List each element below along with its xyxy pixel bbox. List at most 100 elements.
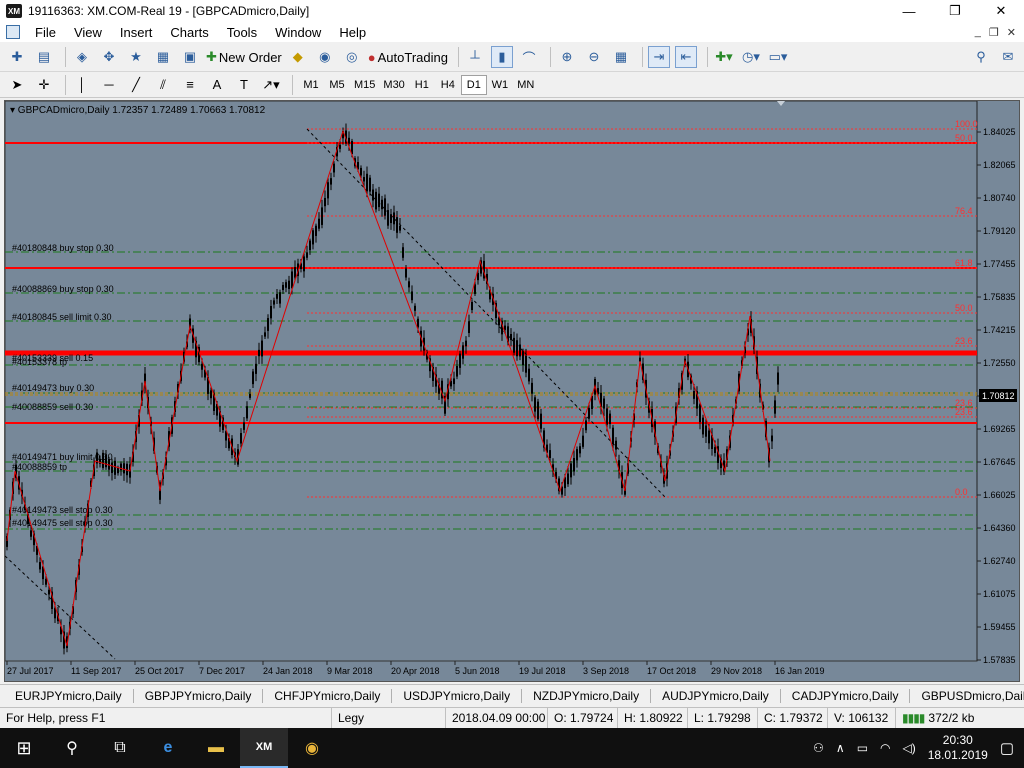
templates-icon[interactable]: ▭▾ bbox=[767, 46, 789, 68]
mdi-close-button[interactable]: ✕ bbox=[1007, 26, 1016, 39]
menu-charts[interactable]: Charts bbox=[161, 25, 217, 40]
date-axis-label: 29 Nov 2018 bbox=[711, 666, 762, 676]
signals-icon[interactable]: ◉ bbox=[314, 46, 336, 68]
market-icon[interactable]: ◎ bbox=[341, 46, 363, 68]
zoom-in-icon[interactable]: ⊕ bbox=[556, 46, 578, 68]
volume-icon[interactable]: ◁) bbox=[903, 741, 916, 755]
chart-window[interactable]: ▾ GBPCADmicro,Daily 1.72357 1.72489 1.70… bbox=[4, 100, 1020, 682]
arrows-icon[interactable]: ↗▾ bbox=[260, 74, 282, 96]
timeframe-h1[interactable]: H1 bbox=[409, 75, 435, 95]
menu-tools[interactable]: Tools bbox=[218, 25, 266, 40]
menu-insert[interactable]: Insert bbox=[111, 25, 162, 40]
new-order-button[interactable]: ✚ New Order bbox=[206, 46, 282, 68]
status-profile[interactable]: Legy bbox=[332, 707, 446, 729]
menu-help[interactable]: Help bbox=[330, 25, 375, 40]
tab-chfjpy[interactable]: CHFJPYmicro,Daily bbox=[263, 688, 393, 703]
candle-body bbox=[249, 393, 251, 398]
tab-cadjpy[interactable]: CADJPYmicro,Daily bbox=[781, 688, 911, 703]
auto-scroll-icon[interactable]: ⇥ bbox=[647, 46, 670, 68]
tab-gbpusd[interactable]: GBPUSDmicro,Daily bbox=[910, 689, 1024, 703]
text-icon[interactable]: A bbox=[206, 74, 228, 96]
search-icon[interactable]: ⚲ bbox=[48, 728, 96, 768]
chat-icon[interactable]: ✉ bbox=[997, 46, 1019, 68]
candle-body bbox=[327, 182, 329, 199]
people-icon[interactable]: ⚇ bbox=[813, 741, 824, 755]
tab-usdjpy[interactable]: USDJPYmicro,Daily bbox=[392, 688, 523, 703]
autotrading-button[interactable]: ● AutoTrading bbox=[368, 46, 448, 68]
market-watch-icon[interactable]: ◈ bbox=[71, 46, 93, 68]
vertical-line-icon[interactable]: │ bbox=[71, 74, 93, 96]
crosshair-icon[interactable]: ✛ bbox=[33, 74, 55, 96]
candle-body bbox=[201, 363, 203, 370]
timeframe-m15[interactable]: M15 bbox=[350, 75, 379, 95]
tile-windows-icon[interactable]: ▦ bbox=[610, 46, 632, 68]
candle-body bbox=[504, 325, 506, 330]
chevron-up-icon[interactable]: ∧ bbox=[836, 741, 845, 755]
menu-window[interactable]: Window bbox=[266, 25, 330, 40]
chart-shift-icon[interactable]: ⇤ bbox=[674, 46, 697, 68]
metatrader-taskbar-icon[interactable]: XM bbox=[240, 728, 288, 768]
bar-chart-icon[interactable]: ┴ bbox=[464, 46, 486, 68]
timeframe-mn[interactable]: MN bbox=[513, 75, 539, 95]
cursor-icon[interactable]: ➤ bbox=[6, 74, 28, 96]
tab-nzdjpy[interactable]: NZDJPYmicro,Daily bbox=[522, 688, 652, 703]
line-chart-icon[interactable]: ⌒ bbox=[518, 46, 540, 68]
indicators-icon[interactable]: ✚▾ bbox=[713, 46, 735, 68]
horizontal-line-icon[interactable]: ─ bbox=[98, 74, 120, 96]
metaeditor-icon[interactable]: ◆ bbox=[287, 46, 309, 68]
maximize-button[interactable]: ❐ bbox=[932, 0, 978, 22]
close-button[interactable]: ✕ bbox=[978, 0, 1024, 22]
trendline-icon[interactable]: ╱ bbox=[125, 74, 147, 96]
navigator-icon[interactable]: ★ bbox=[125, 46, 147, 68]
mdi-restore-button[interactable]: ❐ bbox=[989, 26, 999, 39]
terminal-icon[interactable]: ▦ bbox=[152, 46, 174, 68]
strategy-tester-icon[interactable]: ▣ bbox=[179, 46, 201, 68]
mdi-minimize-button[interactable]: _ bbox=[975, 26, 981, 39]
chrome-browser-icon[interactable]: ◉ bbox=[288, 728, 336, 768]
candle-body bbox=[348, 137, 350, 144]
task-view-icon[interactable]: ⧉ bbox=[96, 728, 144, 768]
candle-body bbox=[516, 340, 518, 357]
candle-body bbox=[522, 351, 524, 366]
candle-body bbox=[603, 398, 605, 409]
tab-gbpjpy[interactable]: GBPJPYmicro,Daily bbox=[134, 688, 264, 703]
status-connection[interactable]: ▮▮▮▮ 372/2 kb bbox=[896, 708, 980, 729]
text-label-icon[interactable]: T bbox=[233, 74, 255, 96]
windows-start-icon[interactable]: ⊞ bbox=[0, 728, 48, 768]
search-icon[interactable]: ⚲ bbox=[970, 46, 992, 68]
periods-icon[interactable]: ◷▾ bbox=[740, 46, 762, 68]
candle-body bbox=[117, 468, 119, 474]
timeframe-d1[interactable]: D1 bbox=[460, 74, 487, 95]
price-axis-label: 1.72550 bbox=[983, 358, 1016, 368]
minimize-button[interactable]: — bbox=[886, 0, 932, 22]
wifi-icon[interactable]: ◠ bbox=[880, 741, 890, 755]
notifications-icon[interactable]: ▢ bbox=[1000, 739, 1014, 757]
timeframe-h4[interactable]: H4 bbox=[435, 75, 461, 95]
battery-icon[interactable]: ▭ bbox=[857, 741, 868, 755]
candle-body bbox=[537, 401, 539, 420]
data-window-icon[interactable]: ✥ bbox=[98, 46, 120, 68]
fibo-level-label: 50.0 bbox=[955, 133, 973, 143]
equidistant-channel-icon[interactable]: ⫽ bbox=[152, 74, 174, 96]
candle-body bbox=[258, 349, 260, 357]
menu-file[interactable]: File bbox=[26, 25, 65, 40]
price-chart[interactable]: ▾ GBPCADmicro,Daily 1.72357 1.72489 1.70… bbox=[5, 101, 1019, 681]
tab-audjpy[interactable]: AUDJPYmicro,Daily bbox=[651, 688, 781, 703]
profiles-icon[interactable]: ▤ bbox=[33, 46, 55, 68]
file-explorer-icon[interactable]: ▬ bbox=[192, 728, 240, 768]
new-chart-icon[interactable]: ✚ bbox=[6, 46, 28, 68]
system-clock[interactable]: 20:30 18.01.2019 bbox=[928, 733, 988, 763]
candle-body bbox=[453, 378, 455, 385]
fibonacci-icon[interactable]: ≡ bbox=[179, 74, 201, 96]
fibo-level-label: 61.8 bbox=[955, 258, 973, 268]
candlestick-icon[interactable]: ▮ bbox=[490, 46, 513, 68]
tab-eurjpy[interactable]: EURJPYmicro,Daily bbox=[4, 688, 134, 703]
timeframe-w1[interactable]: W1 bbox=[487, 75, 513, 95]
timeframe-m5[interactable]: M5 bbox=[324, 75, 350, 95]
timeframe-m30[interactable]: M30 bbox=[379, 75, 408, 95]
timeframe-m1[interactable]: M1 bbox=[298, 75, 324, 95]
edge-browser-icon[interactable]: e bbox=[144, 728, 192, 768]
zoom-out-icon[interactable]: ⊖ bbox=[583, 46, 605, 68]
menu-view[interactable]: View bbox=[65, 25, 111, 40]
chart-window-icon[interactable] bbox=[6, 25, 20, 39]
